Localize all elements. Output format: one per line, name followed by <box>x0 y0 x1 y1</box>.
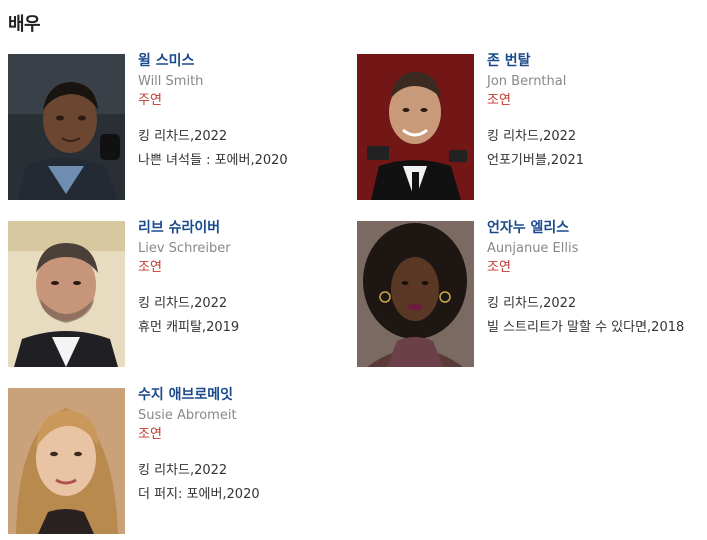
work-item: 나쁜 녀석들 : 포에버,2020 <box>138 153 288 168</box>
actor-name-ko[interactable]: 수지 애브로메잇 <box>138 386 358 404</box>
work-item: 언포기버블,2021 <box>487 153 585 168</box>
work-item: 킹 리차드,2022 <box>138 463 228 478</box>
work-item: 킹 리차드,2022 <box>138 129 228 144</box>
actor-name-en: Liev Schreiber <box>138 241 231 256</box>
actor-card: 존 번탈 Jon Bernthal 조연 킹 리차드,2022 언포기버블,20… <box>357 53 697 204</box>
actor-role: 조연 <box>487 260 511 275</box>
actor-name-ko[interactable]: 언자누 엘리스 <box>487 219 707 237</box>
actor-photo[interactable] <box>8 388 125 534</box>
actor-photo[interactable] <box>8 221 125 367</box>
work-item: 빌 스트리트가 말할 수 있다면,2018 <box>487 320 685 335</box>
work-item: 킹 리차드,2022 <box>138 296 228 311</box>
actor-photo[interactable] <box>8 54 125 200</box>
actor-card: 언자누 엘리스 Aunjanue Ellis 조연 킹 리차드,2022 빌 스… <box>357 220 697 371</box>
actor-card: 수지 애브로메잇 Susie Abromeit 조연 킹 리차드,2022 더 … <box>8 387 348 538</box>
actor-role: 조연 <box>138 260 162 275</box>
actor-card: 리브 슈라이버 Liev Schreiber 조연 킹 리차드,2022 휴먼 … <box>8 220 348 371</box>
actor-role: 주연 <box>138 93 162 108</box>
actor-photo[interactable] <box>357 221 474 367</box>
actor-role: 조연 <box>487 93 511 108</box>
actor-name-en: Jon Bernthal <box>487 74 567 89</box>
actor-name-en: Aunjanue Ellis <box>487 241 579 256</box>
actor-card: 윌 스미스 Will Smith 주연 킹 리차드,2022 나쁜 녀석들 : … <box>8 53 348 204</box>
actor-name-ko[interactable]: 존 번탈 <box>487 52 707 70</box>
actor-name-en: Will Smith <box>138 74 204 89</box>
work-item: 더 퍼지: 포에버,2020 <box>138 487 260 502</box>
actor-name-ko[interactable]: 리브 슈라이버 <box>138 219 358 237</box>
work-item: 휴먼 캐피탈,2019 <box>138 320 240 335</box>
section-title: 배우 <box>8 14 41 35</box>
work-item: 킹 리차드,2022 <box>487 129 577 144</box>
actor-name-ko[interactable]: 윌 스미스 <box>138 52 358 70</box>
actor-name-en: Susie Abromeit <box>138 408 237 423</box>
actor-photo[interactable] <box>357 54 474 200</box>
actor-role: 조연 <box>138 427 162 442</box>
work-item: 킹 리차드,2022 <box>487 296 577 311</box>
